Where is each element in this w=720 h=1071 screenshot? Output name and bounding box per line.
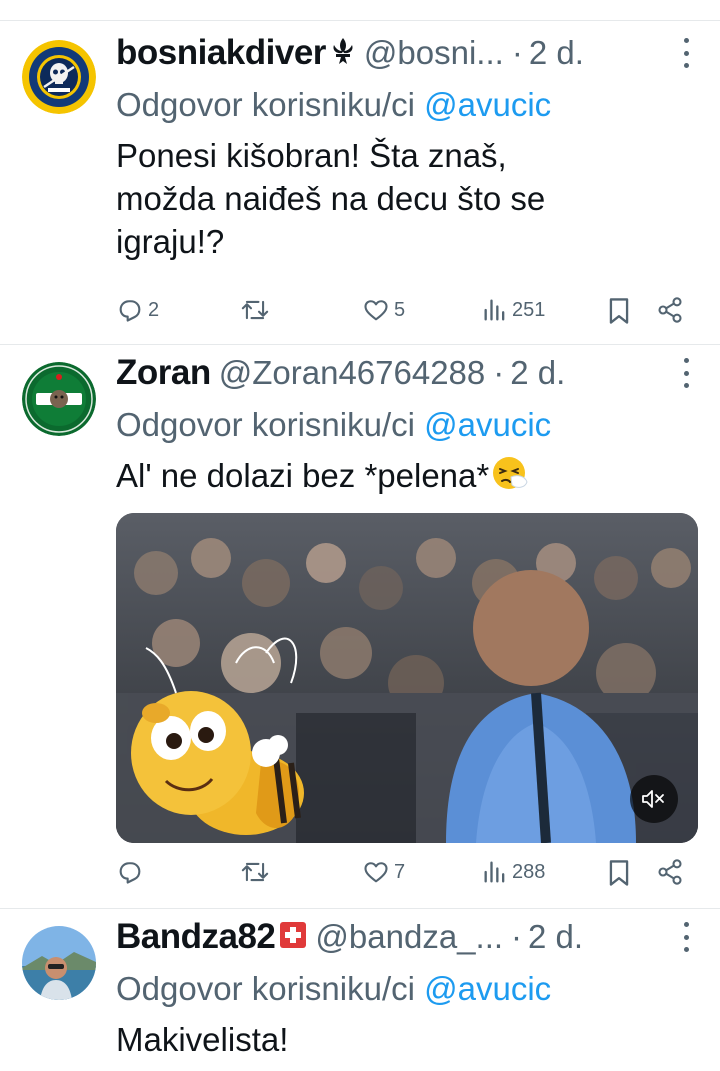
tweet-2[interactable]: Zoran @Zoran46764288 · 2 d. Odgovor kori… <box>0 350 720 905</box>
bookmark-icon <box>609 860 629 886</box>
tweet-body: Bandza82 @bandza_... · 2 d. Odgovor kori… <box>116 914 690 1061</box>
skull-logo-icon <box>22 40 96 114</box>
share-icon <box>658 859 682 885</box>
more-options-icon[interactable] <box>682 358 690 388</box>
tweet-time[interactable]: 2 d. <box>528 918 583 956</box>
separator-dot: · <box>493 354 505 391</box>
tweet-time[interactable]: 2 d. <box>529 34 584 72</box>
reply-context: Odgovor korisniku/ci @avucic <box>116 86 690 124</box>
tweet-header: bosniakdiver @bosni... · 2 d. <box>116 30 690 76</box>
tweet-divider <box>0 908 720 909</box>
tweet-1[interactable]: bosniakdiver @bosni... · 2 d. Odgovor ko… <box>0 30 720 340</box>
bookmark-button[interactable] <box>606 858 632 888</box>
avatar-zoran[interactable] <box>22 362 96 436</box>
bookmark-icon <box>609 298 629 324</box>
tweet-text-line: možda naiđeš na decu što se <box>116 180 546 217</box>
retweet-icon <box>241 300 269 320</box>
share-button[interactable] <box>656 296 684 324</box>
reply-count: 2 <box>148 298 160 321</box>
video-player[interactable] <box>116 513 698 843</box>
author-handle[interactable]: @bandza_... <box>315 918 503 956</box>
author-handle[interactable]: @bosni... <box>364 34 504 72</box>
author-handle[interactable]: @Zoran46764288 <box>219 354 486 392</box>
like-count: 7 <box>394 860 406 883</box>
reply-mention-link[interactable]: @avucic <box>424 406 551 443</box>
tweet-divider <box>0 344 720 345</box>
muted-speaker-icon <box>642 790 664 808</box>
tweet-time[interactable]: 2 d. <box>510 354 565 392</box>
reply-button[interactable]: 2 <box>116 296 159 324</box>
view-count: 288 <box>512 860 546 883</box>
view-count: 251 <box>512 298 546 321</box>
separator-dot: · <box>511 918 523 955</box>
like-count: 5 <box>394 298 406 321</box>
retweet-button[interactable] <box>240 858 274 886</box>
tweet-body: Zoran @Zoran46764288 · 2 d. Odgovor kori… <box>116 350 690 503</box>
bookmark-button[interactable] <box>606 296 632 326</box>
author-name[interactable]: bosniakdiver <box>116 33 326 73</box>
profile-photo-icon <box>22 926 96 1000</box>
views-button[interactable]: 288 <box>482 858 545 886</box>
retweet-icon <box>241 862 269 882</box>
author-name[interactable]: Zoran <box>116 353 211 393</box>
action-bar: 7 288 <box>0 858 720 892</box>
views-icon <box>484 299 505 321</box>
sneezing-face-icon <box>491 455 531 503</box>
more-options-icon[interactable] <box>682 922 690 952</box>
reply-context: Odgovor korisniku/ci @avucic <box>116 406 690 444</box>
more-options-icon[interactable] <box>682 38 690 68</box>
swiss-flag-icon <box>279 921 307 954</box>
reply-prefix: Odgovor korisniku/ci <box>116 86 415 123</box>
reply-prefix: Odgovor korisniku/ci <box>116 970 415 1007</box>
tweet-text-line: Ponesi kišobran! Šta znaš, <box>116 137 507 174</box>
tweet-3[interactable]: Bandza82 @bandza_... · 2 d. Odgovor kori… <box>0 914 720 1071</box>
tweet-text-content: Al' ne dolazi bez *pelena* <box>116 457 490 494</box>
share-icon <box>658 297 682 323</box>
tweet-text-line: igraju!? <box>116 223 225 260</box>
share-button[interactable] <box>656 858 684 886</box>
views-button[interactable]: 251 <box>482 296 545 324</box>
avatar-bosniakdiver[interactable] <box>22 40 96 114</box>
reply-mention-link[interactable]: @avucic <box>424 970 551 1007</box>
action-bar: 2 5 251 <box>0 296 720 330</box>
mute-button[interactable] <box>630 775 678 823</box>
avatar-bandza82[interactable] <box>22 926 96 1000</box>
like-button[interactable]: 7 <box>362 858 405 886</box>
tweet-text: Ponesi kišobran! Šta znaš, možda naiđeš … <box>116 134 690 263</box>
top-divider <box>0 20 720 21</box>
tweet-text: Al' ne dolazi bez *pelena* <box>116 454 690 503</box>
author-name[interactable]: Bandza82 <box>116 917 276 957</box>
reply-mention-link[interactable]: @avucic <box>424 86 551 123</box>
tweet-header: Zoran @Zoran46764288 · 2 d. <box>116 350 690 396</box>
heart-icon <box>364 300 388 321</box>
tweet-text: Makivelista! <box>116 1021 289 1058</box>
tweet-header: Bandza82 @bandza_... · 2 d. <box>116 914 690 960</box>
views-icon <box>484 861 505 883</box>
video-thumbnail <box>116 513 698 843</box>
tweet-body: bosniakdiver @bosni... · 2 d. Odgovor ko… <box>116 30 690 263</box>
beer-logo-icon <box>22 362 96 436</box>
reply-icon <box>119 300 141 322</box>
reply-prefix: Odgovor korisniku/ci <box>116 406 415 443</box>
fleur-de-lis-icon <box>330 36 356 71</box>
reply-icon <box>119 862 141 884</box>
retweet-button[interactable] <box>240 296 274 324</box>
heart-icon <box>364 862 388 883</box>
like-button[interactable]: 5 <box>362 296 405 324</box>
reply-button[interactable] <box>116 858 148 886</box>
reply-context: Odgovor korisniku/ci @avucic <box>116 970 690 1008</box>
separator-dot: · <box>511 34 523 71</box>
